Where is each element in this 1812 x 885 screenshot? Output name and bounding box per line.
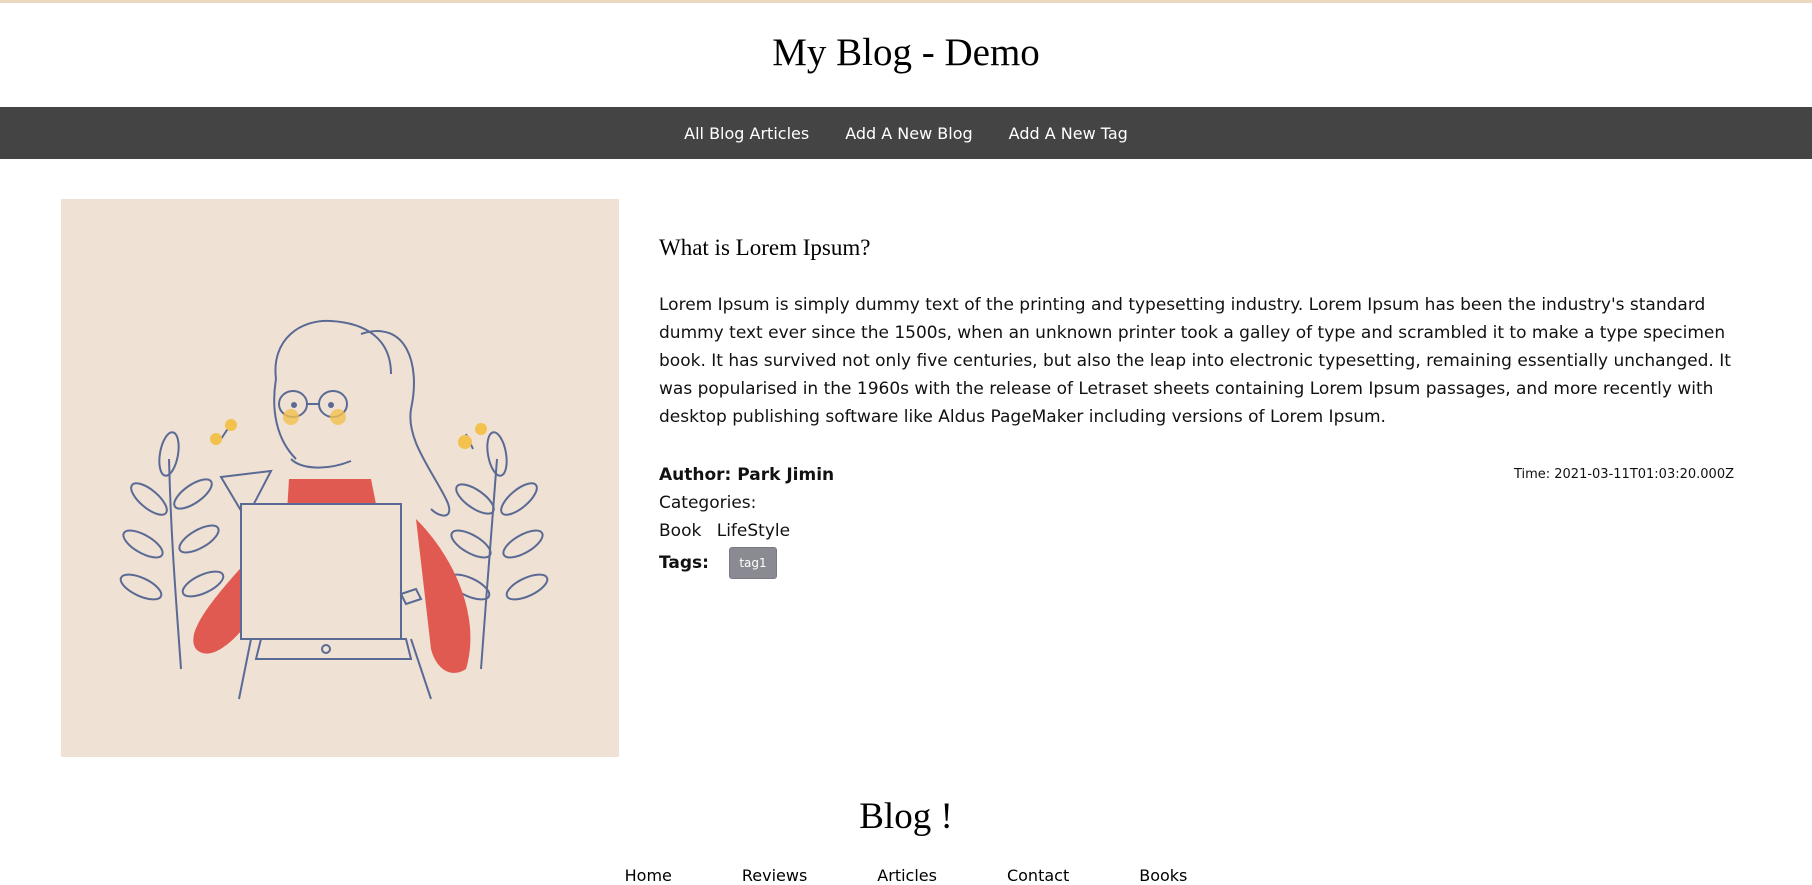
article-body: Lorem Ipsum is simply dummy text of the …: [659, 295, 1731, 427]
tags-row: Tags: tag1: [659, 547, 1734, 579]
footer-title: Blog !: [859, 796, 953, 837]
category-book[interactable]: Book: [659, 521, 701, 541]
top-rule: [0, 0, 1812, 3]
nav-add-new-blog[interactable]: Add A New Blog: [845, 124, 972, 143]
article-detail: What is Lorem Ipsum? Lorem Ipsum is simp…: [659, 199, 1734, 579]
tag-badge[interactable]: tag1: [728, 547, 777, 579]
footer-link-contact[interactable]: Contact: [1007, 866, 1069, 885]
article-meta: Author: Park Jimin Time: 2021-03-11T01:0…: [659, 461, 1734, 579]
main-navbar: All Blog Articles Add A New Blog Add A N…: [0, 107, 1812, 159]
article-time: Time: 2021-03-11T01:03:20.000Z: [1513, 467, 1734, 482]
girl-reading-illustration-icon: [119, 319, 549, 700]
footer-link-reviews[interactable]: Reviews: [742, 866, 807, 885]
footer-link-articles[interactable]: Articles: [877, 866, 937, 885]
nav-all-blog-articles[interactable]: All Blog Articles: [684, 124, 809, 143]
categories-list: Book LifeStyle: [659, 517, 1734, 545]
footer-link-home[interactable]: Home: [625, 866, 672, 885]
tags-label: Tags:: [659, 553, 709, 573]
footer-link-books[interactable]: Books: [1139, 866, 1187, 885]
nav-add-new-tag[interactable]: Add A New Tag: [1009, 124, 1128, 143]
site-title: My Blog - Demo: [772, 31, 1040, 74]
categories-label: Categories:: [659, 493, 757, 513]
article-title: What is Lorem Ipsum?: [659, 235, 871, 260]
footer-nav: Home Reviews Articles Contact Books: [0, 866, 1812, 885]
category-lifestyle[interactable]: LifeStyle: [717, 521, 790, 541]
article-hero-image: [61, 199, 619, 757]
